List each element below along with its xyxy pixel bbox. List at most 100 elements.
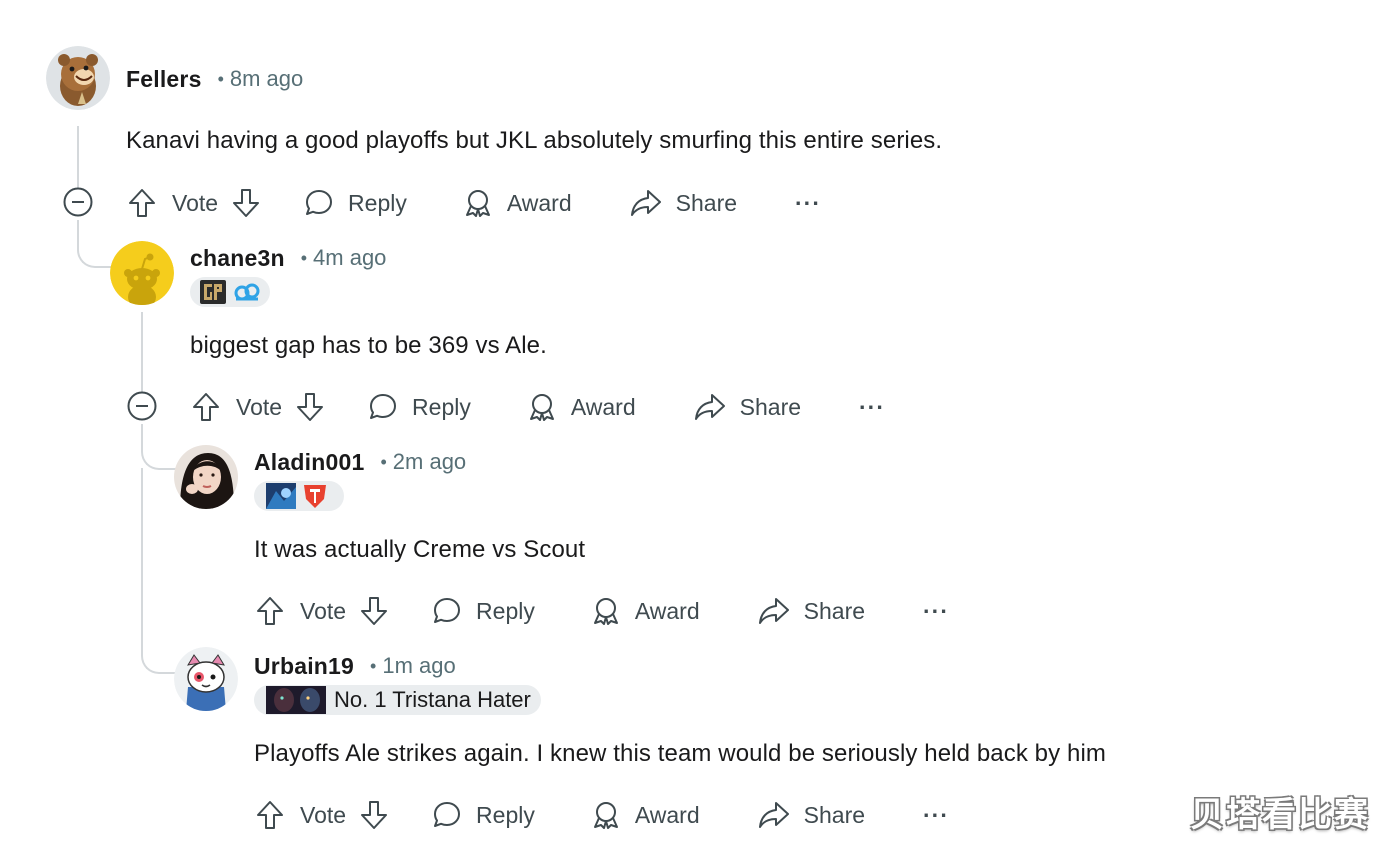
arrow-up-icon: [129, 189, 155, 217]
separator-dot: •: [380, 451, 387, 472]
share-arrow-icon: [694, 394, 725, 420]
comment-bubble-icon: [434, 598, 461, 623]
vote-label: Vote: [300, 597, 347, 624]
downvote-button[interactable]: [358, 595, 390, 627]
award-icon: [593, 598, 618, 625]
award-button[interactable]: Award: [463, 188, 572, 218]
timestamp[interactable]: 4m ago: [313, 245, 386, 271]
separator-dot: •: [217, 68, 224, 89]
share-button[interactable]: Share: [694, 392, 801, 422]
reply-button[interactable]: Reply: [368, 392, 471, 422]
comment-header: Urbain19 • 1m ago: [254, 651, 456, 681]
top-esports-logo-icon: [304, 485, 326, 508]
share-button[interactable]: Share: [758, 800, 865, 830]
arrow-up-icon: [257, 597, 283, 625]
award-label: Award: [506, 189, 572, 216]
comment-body: It was actually Creme vs Scout: [254, 536, 586, 563]
comment-body: Kanavi having a good playoffs but JKL ab…: [126, 127, 943, 154]
award-label: Award: [634, 597, 700, 624]
cloud9-logo-icon: [234, 283, 260, 301]
separator-dot: •: [300, 247, 308, 268]
collapse-icon[interactable]: [127, 391, 157, 421]
upvote-button[interactable]: Vote: [190, 391, 282, 423]
avatar[interactable]: [110, 241, 174, 305]
username[interactable]: chane3n: [190, 245, 285, 272]
downvote-button[interactable]: [294, 391, 326, 423]
downvote-button[interactable]: [230, 187, 262, 219]
watermark: 贝塔看比赛: [1190, 795, 1370, 835]
award-icon: [529, 394, 554, 421]
reply-button[interactable]: Reply: [432, 800, 535, 830]
more-label: ···: [795, 189, 821, 216]
photo-avatar-icon: [174, 445, 238, 509]
arrow-up-icon: [193, 393, 219, 421]
share-arrow-icon: [758, 802, 789, 828]
snoo-yellow-avatar-icon: [110, 241, 174, 305]
more-label: ···: [923, 801, 949, 828]
share-button[interactable]: Share: [630, 188, 737, 218]
award-label: Award: [634, 801, 700, 828]
thread-line[interactable]: [77, 126, 79, 188]
share-label: Share: [803, 801, 866, 828]
more-label: ···: [859, 393, 885, 420]
comment-bubble-icon: [434, 802, 461, 827]
more-options-button[interactable]: ···: [859, 394, 885, 421]
comment-actions: Vote Reply Award Share ···: [190, 387, 885, 427]
username[interactable]: Fellers: [126, 66, 202, 93]
thread-connector: [141, 430, 177, 470]
arrow-down-icon: [297, 393, 324, 421]
champion-portrait-icon: [266, 483, 296, 509]
comment-bubble-icon: [306, 190, 333, 215]
more-label: ···: [923, 597, 949, 624]
gen-g-logo-icon: [200, 280, 226, 304]
username[interactable]: Urbain19: [254, 653, 354, 680]
arrow-down-icon: [361, 801, 388, 829]
reply-label: Reply: [412, 393, 471, 420]
user-flair: [254, 481, 344, 511]
avatar[interactable]: [46, 46, 110, 110]
upvote-button[interactable]: Vote: [126, 187, 218, 219]
timestamp[interactable]: 8m ago: [230, 66, 303, 92]
reply-button[interactable]: Reply: [304, 188, 407, 218]
upvote-button[interactable]: Vote: [254, 595, 346, 627]
comment-body: Playoffs Ale strikes again. I knew this …: [254, 740, 1106, 767]
vote-label: Vote: [300, 801, 347, 828]
award-button[interactable]: Award: [591, 800, 700, 830]
more-options-button[interactable]: ···: [795, 190, 821, 217]
comment-actions: Vote Reply Award Share ···: [254, 795, 949, 835]
share-label: Share: [739, 393, 802, 420]
flair-text: No. 1 Tristana Hater: [334, 687, 531, 712]
share-arrow-icon: [630, 190, 661, 216]
comment-actions: Vote Reply Award Share ···: [254, 591, 949, 631]
award-button[interactable]: Award: [591, 596, 700, 626]
upvote-button[interactable]: Vote: [254, 799, 346, 831]
vote-label: Vote: [172, 189, 219, 216]
comment-bubble-icon: [370, 394, 397, 419]
share-button[interactable]: Share: [758, 596, 865, 626]
downvote-button[interactable]: [358, 799, 390, 831]
arrow-up-icon: [257, 801, 283, 829]
reply-label: Reply: [476, 597, 535, 624]
separator-dot: •: [370, 655, 377, 676]
thread-line[interactable]: [141, 312, 143, 392]
award-label: Award: [570, 393, 636, 420]
share-label: Share: [803, 597, 866, 624]
award-button[interactable]: Award: [527, 392, 636, 422]
award-icon: [593, 802, 618, 829]
bear-avatar-icon: [46, 46, 110, 110]
reply-button[interactable]: Reply: [432, 596, 535, 626]
reply-label: Reply: [348, 189, 407, 216]
timestamp[interactable]: 1m ago: [382, 653, 455, 679]
more-options-button[interactable]: ···: [923, 598, 949, 625]
arrow-down-icon: [361, 597, 388, 625]
username[interactable]: Aladin001: [254, 449, 364, 476]
share-arrow-icon: [758, 598, 789, 624]
thread-connector: [141, 468, 177, 674]
timestamp[interactable]: 2m ago: [393, 449, 466, 475]
avatar[interactable]: [174, 647, 238, 711]
more-options-button[interactable]: ···: [923, 802, 949, 829]
avatar[interactable]: [174, 445, 238, 509]
comment-header: chane3n • 4m ago: [190, 243, 386, 273]
comment-body: biggest gap has to be 369 vs Ale.: [190, 332, 547, 359]
collapse-icon[interactable]: [63, 187, 93, 217]
